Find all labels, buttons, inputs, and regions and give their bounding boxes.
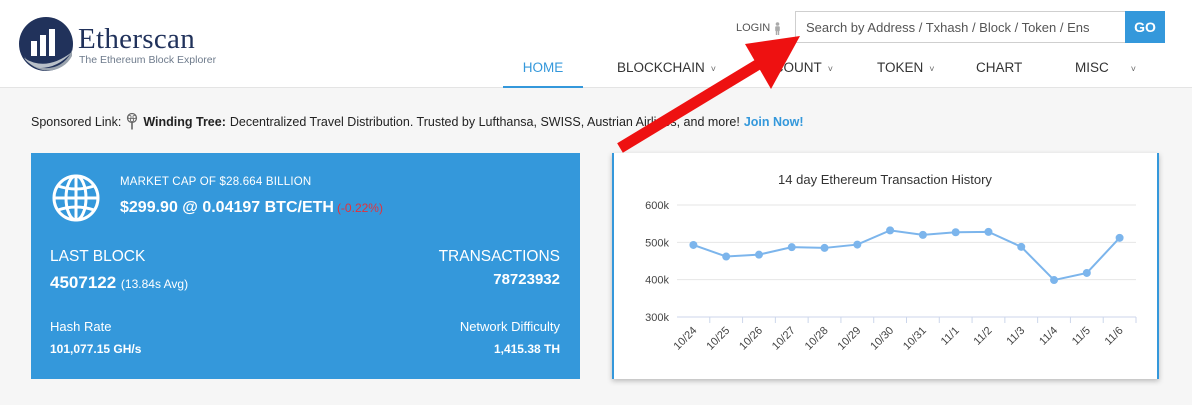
data-point[interactable]: [754, 250, 763, 259]
data-point[interactable]: [1115, 233, 1124, 242]
nav-account[interactable]: ACCOUNT ˅: [755, 50, 833, 88]
chevron-down-icon: ˅: [710, 64, 717, 74]
nav-misc[interactable]: MISC ˅: [1075, 50, 1136, 88]
x-tick-label: 11/1: [939, 325, 962, 348]
sponsored-label: Sponsored Link:: [31, 115, 122, 129]
x-tick-label: 11/3: [1004, 325, 1027, 348]
nav-chart[interactable]: CHART: [976, 50, 1022, 88]
y-tick-label: 400k: [645, 275, 669, 287]
nav-blockchain-label: BLOCKCHAIN: [617, 60, 705, 75]
search-input[interactable]: [795, 11, 1126, 43]
chevron-down-icon: ˅: [1130, 64, 1137, 74]
main-nav: HOME BLOCKCHAIN ˅ ACCOUNT ˅ TOKEN ˅ CHART M…: [0, 50, 1192, 88]
chevron-down-icon: ˅: [929, 64, 935, 74]
price-change: (-0.22%): [336, 201, 383, 215]
x-tick-label: 11/4: [1037, 325, 1060, 348]
y-tick-label: 500k: [645, 237, 669, 249]
sponsored-link: Sponsored Link: Winding Tree: Decentrali…: [31, 113, 804, 131]
x-tick-label: 10/31: [901, 325, 929, 353]
chevron-down-icon: ˅: [827, 64, 834, 74]
data-point[interactable]: [984, 227, 993, 236]
sponsor-name: Winding Tree:: [143, 115, 226, 129]
nav-account-label: ACCOUNT: [755, 60, 822, 75]
chart-title: 14 day Ethereum Transaction History: [778, 172, 992, 187]
data-point[interactable]: [1082, 268, 1091, 277]
user-icon: [775, 21, 781, 35]
x-tick-label: 10/28: [803, 325, 831, 353]
data-point[interactable]: [1017, 242, 1026, 251]
login-link[interactable]: LOGIN: [736, 21, 782, 35]
data-point[interactable]: [722, 252, 731, 261]
market-cap-label: MARKET CAP OF $28.664 BILLION: [120, 176, 312, 188]
transactions-value: 78723932: [493, 271, 560, 288]
globe-icon: [52, 174, 100, 222]
data-point[interactable]: [951, 228, 960, 237]
nav-home-label: HOME: [522, 60, 564, 75]
y-tick-label: 300k: [645, 312, 669, 324]
hash-rate-label: Hash Rate: [50, 319, 112, 334]
site-header: Etherscan The Ethereum Block Explorer LO…: [0, 0, 1192, 88]
x-tick-label: 10/24: [672, 325, 700, 353]
difficulty-value: 1,415.38 TH: [493, 342, 560, 356]
tree-icon: [127, 113, 138, 130]
x-tick-label: 11/5: [1070, 325, 1093, 348]
data-point[interactable]: [820, 243, 829, 252]
search-go-button[interactable]: GO: [1125, 11, 1165, 43]
network-stats-panel: MARKET CAP OF $28.664 BILLION $299.90 @ …: [31, 153, 580, 379]
nav-home[interactable]: HOME: [503, 50, 583, 88]
data-point[interactable]: [787, 243, 796, 252]
difficulty-label: Network Difficulty: [459, 319, 560, 334]
nav-token[interactable]: TOKEN ˅: [877, 50, 935, 88]
transactions-label: TRANSACTIONS: [438, 248, 560, 265]
data-point[interactable]: [1050, 276, 1059, 285]
nav-chart-label: CHART: [976, 60, 1023, 75]
login-label: LOGIN: [736, 22, 771, 34]
nav-misc-label: MISC: [1075, 60, 1109, 75]
data-point[interactable]: [918, 230, 927, 239]
line-chart: 14 day Ethereum Transaction History 300k…: [645, 172, 1137, 353]
hash-rate-value: 101,077.15 GH/s: [50, 342, 142, 356]
data-point[interactable]: [853, 240, 862, 249]
block-time-avg: (13.84s Avg): [120, 277, 189, 291]
ether-price: $299.90 @ 0.04197 BTC/ETH (-0.22%): [120, 199, 383, 217]
transaction-history-chart: 14 day Ethereum Transaction History 300k…: [612, 153, 1159, 379]
x-tick-label: 10/30: [868, 325, 896, 353]
x-tick-label: 11/6: [1103, 325, 1126, 348]
x-tick-label: 10/29: [835, 325, 863, 353]
join-now-link[interactable]: Join Now!: [744, 115, 804, 129]
sponsor-text: Decentralized Travel Distribution. Trust…: [229, 115, 740, 129]
x-tick-label: 10/27: [770, 325, 798, 353]
nav-token-label: TOKEN: [877, 60, 924, 75]
x-tick-label: 11/2: [972, 325, 995, 348]
ether-price-value: $299.90 @ 0.04197 BTC/ETH: [120, 199, 334, 216]
data-point[interactable]: [886, 226, 895, 235]
last-block-label: LAST BLOCK: [50, 248, 146, 265]
data-point[interactable]: [689, 240, 698, 249]
y-tick-label: 600k: [645, 200, 669, 212]
x-tick-label: 10/26: [737, 325, 765, 353]
last-block-number: 4507122: [50, 273, 117, 292]
nav-blockchain[interactable]: BLOCKCHAIN ˅: [617, 50, 716, 88]
x-tick-label: 10/25: [704, 325, 732, 353]
last-block-value[interactable]: 4507122 (13.84s Avg): [50, 273, 188, 293]
